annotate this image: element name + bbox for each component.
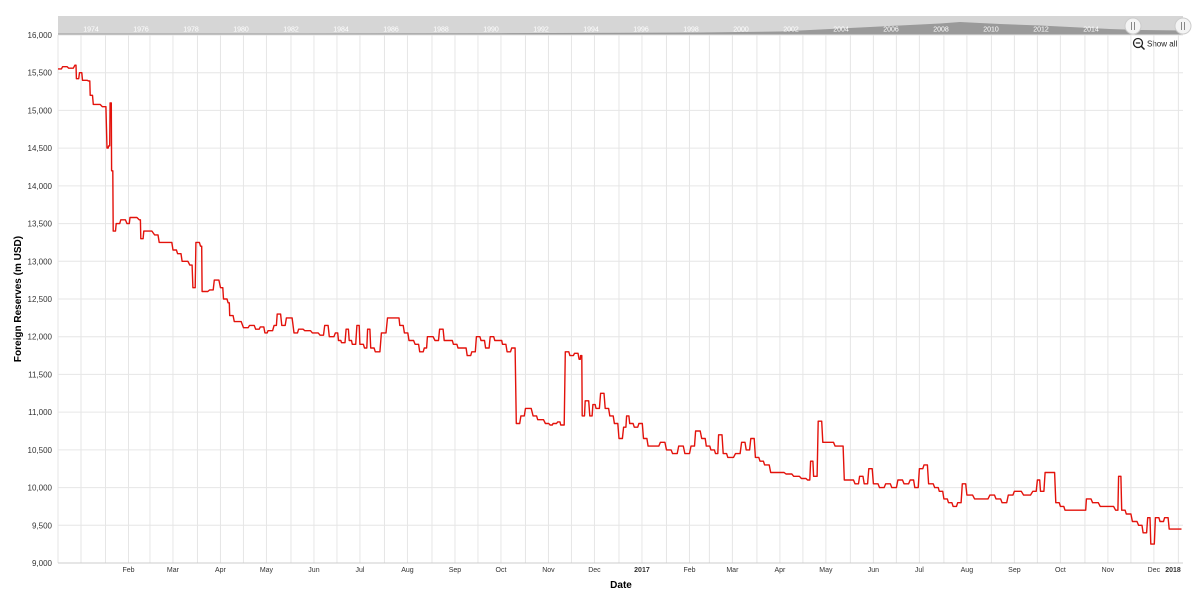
navigator-year-label: 2006 (883, 27, 899, 34)
x-tick-label: Aug (961, 567, 974, 574)
x-tick-label: 2018 (1165, 567, 1181, 574)
y-tick-label: 16,000 (28, 31, 53, 40)
x-axis-tick-labels: Feb Mar Apr May Jun Jul Aug Sep Oct Nov Dec 2017 Feb… (122, 567, 1180, 574)
navigator-year-label: 1976 (133, 27, 149, 34)
y-tick-label: 9,500 (32, 521, 53, 530)
zoom-out-icon (1132, 37, 1146, 51)
navigator-year-label: 1996 (633, 27, 649, 34)
y-tick-label: 9,000 (32, 559, 53, 568)
navigator-year-label: 2010 (983, 27, 999, 34)
x-tick-label: Nov (542, 567, 555, 574)
x-tick-label: Sep (449, 567, 462, 574)
x-tick-label: Jun (308, 567, 319, 574)
x-tick-label: Sep (1008, 567, 1021, 574)
navigator-year-label: 2014 (1083, 27, 1099, 34)
x-tick-label: Feb (683, 567, 695, 574)
y-tick-label: 10,500 (28, 446, 53, 455)
x-tick-label: Mar (167, 567, 180, 574)
navigator[interactable]: 1974 1976 1978 1980 1982 1984 1986 1988 1990 1992… (58, 16, 1192, 35)
y-tick-label: 11,500 (28, 370, 52, 379)
x-tick-label: Jun (868, 567, 879, 574)
navigator-year-labels: 1974 1976 1978 1980 1982 1984 1986 1988 1990 1992… (83, 27, 1099, 34)
navigator-year-label: 2000 (733, 27, 749, 34)
x-tick-label: Nov (1102, 567, 1115, 574)
x-tick-label: Oct (1055, 567, 1066, 574)
x-tick-label: Apr (774, 567, 786, 574)
navigator-year-label: 2008 (933, 27, 949, 34)
y-tick-label: 10,000 (28, 484, 53, 493)
navigator-year-label: 1978 (183, 27, 199, 34)
x-tick-label: Jul (915, 567, 924, 574)
navigator-year-label: 1992 (533, 27, 549, 34)
navigator-year-label: 1982 (283, 27, 299, 34)
x-tick-label: 2017 (634, 567, 650, 574)
navigator-year-label: 2012 (1033, 27, 1049, 34)
y-tick-label: 13,000 (28, 257, 53, 266)
navigator-year-label: 1980 (233, 27, 249, 34)
x-tick-label: Oct (496, 567, 507, 574)
x-tick-label: Dec (588, 567, 601, 574)
navigator-year-label: 1994 (583, 27, 599, 34)
x-tick-label: Feb (122, 567, 134, 574)
y-tick-label: 15,000 (28, 106, 53, 115)
y-tick-label: 15,500 (28, 69, 53, 78)
navigator-year-label: 1990 (483, 27, 499, 34)
x-tick-label: Dec (1148, 567, 1161, 574)
x-tick-label: May (260, 567, 274, 574)
show-all-button[interactable]: Show all (1132, 37, 1178, 51)
show-all-label: Show all (1147, 40, 1177, 49)
x-tick-label: May (819, 567, 833, 574)
navigator-year-label: 1974 (83, 27, 99, 34)
navigator-year-label: 1984 (333, 27, 349, 34)
series-line-foreign-reserves (58, 64, 1182, 545)
y-axis-title: Foreign Reserves (m USD) (13, 236, 24, 362)
navigator-year-label: 1998 (683, 27, 699, 34)
y-tick-label: 12,000 (28, 333, 53, 342)
navigator-year-label: 2002 (783, 27, 799, 34)
y-tick-label: 13,500 (28, 220, 53, 229)
y-axis-tick-labels: 9,000 9,500 10,000 10,500 11,000 11,500 12,000… (28, 31, 53, 568)
x-tick-label: Mar (726, 567, 739, 574)
x-tick-label: Apr (215, 567, 227, 574)
x-tick-label: Jul (355, 567, 364, 574)
x-tick-label: Aug (401, 567, 414, 574)
y-tick-label: 14,500 (28, 144, 53, 153)
y-tick-label: 14,000 (28, 182, 53, 191)
navigator-year-label: 1988 (433, 27, 449, 34)
y-tick-label: 11,000 (28, 408, 52, 417)
navigator-year-label: 1986 (383, 27, 399, 34)
y-tick-label: 12,500 (28, 295, 53, 304)
navigator-year-label: 2004 (833, 27, 849, 34)
navigator-handle-left[interactable] (1124, 17, 1142, 35)
x-axis-title: Date (610, 580, 632, 591)
chart: 1974 1976 1978 1980 1982 1984 1986 1988 1990 1992… (13, 16, 1192, 591)
navigator-handle-right[interactable] (1174, 17, 1192, 35)
